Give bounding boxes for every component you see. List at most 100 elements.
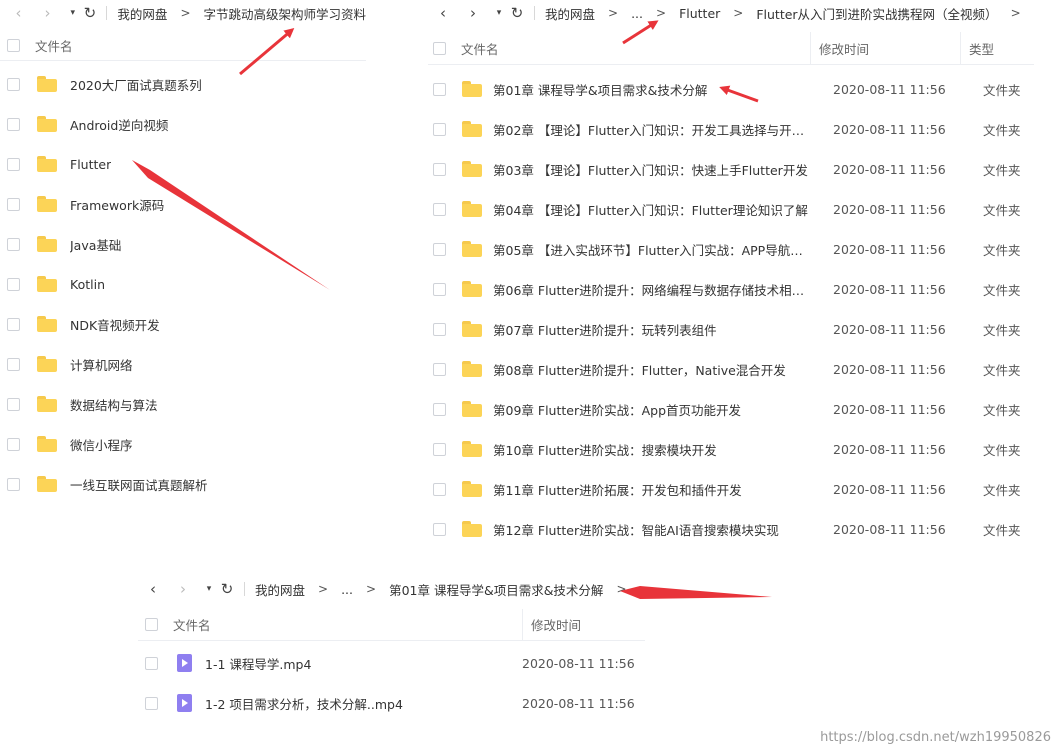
file-name[interactable]: Framework源码 <box>70 195 164 214</box>
select-all-checkbox[interactable] <box>145 618 158 631</box>
history-dropdown-icon[interactable]: ▾ <box>202 578 216 600</box>
column-header-type[interactable]: 类型 <box>969 39 994 58</box>
breadcrumb-item-current[interactable]: 第01章 课程导学&项目需求&技术分解 <box>389 580 603 599</box>
row-checkbox[interactable] <box>7 157 20 171</box>
file-name[interactable]: 第01章 课程导学&项目需求&技术分解 <box>493 80 811 99</box>
file-name[interactable]: 第05章 【进入实战环节】Flutter入门实战：APP导航框... <box>493 240 811 259</box>
column-header-name[interactable]: 文件名 <box>173 615 211 634</box>
select-all-checkbox[interactable] <box>7 38 20 52</box>
row-checkbox[interactable] <box>433 242 446 256</box>
file-name[interactable]: Kotlin <box>70 277 105 292</box>
row-checkbox[interactable] <box>433 202 446 216</box>
refresh-icon[interactable]: ↻ <box>79 2 100 24</box>
file-row[interactable]: 第06章 Flutter进阶提升：网络编程与数据存储技术相关... 2020-08… <box>428 269 1034 309</box>
row-checkbox[interactable] <box>7 477 20 491</box>
forward-button[interactable]: › <box>462 2 484 24</box>
file-row[interactable]: Java基础 <box>0 224 366 264</box>
breadcrumb-item-root[interactable]: 我的网盘 <box>255 580 305 599</box>
history-dropdown-icon[interactable]: ▾ <box>66 2 79 24</box>
file-row[interactable]: Framework源码 <box>0 184 366 224</box>
file-row[interactable]: 计算机网络 <box>0 344 366 384</box>
file-name[interactable]: 1-1 课程导学.mp4 <box>205 654 522 673</box>
breadcrumb-item-ellipsis[interactable]: ... <box>341 582 353 597</box>
file-name[interactable]: 第03章 【理论】Flutter入门知识：快速上手Flutter开发 <box>493 160 811 179</box>
file-row[interactable]: 数据结构与算法 <box>0 384 366 424</box>
column-header-modified[interactable]: 修改时间 <box>819 39 869 58</box>
row-checkbox[interactable] <box>433 282 446 296</box>
breadcrumb-item-root[interactable]: 我的网盘 <box>117 4 167 23</box>
row-checkbox[interactable] <box>433 362 446 376</box>
file-row[interactable]: NDK音视频开发 <box>0 304 366 344</box>
row-checkbox[interactable] <box>433 442 446 456</box>
file-name[interactable]: 计算机网络 <box>70 355 133 374</box>
file-name[interactable]: 第04章 【理论】Flutter入门知识：Flutter理论知识了解 <box>493 200 811 219</box>
row-checkbox[interactable] <box>7 117 20 131</box>
row-checkbox[interactable] <box>7 357 20 371</box>
file-name[interactable]: 2020大厂面试真题系列 <box>70 75 202 94</box>
row-checkbox[interactable] <box>433 482 446 496</box>
file-name[interactable]: Flutter <box>70 157 111 172</box>
file-row[interactable]: 微信小程序 <box>0 424 366 464</box>
file-name[interactable]: 第10章 Flutter进阶实战：搜索模块开发 <box>493 440 811 459</box>
file-row[interactable]: 第04章 【理论】Flutter入门知识：Flutter理论知识了解 2020-0… <box>428 189 1034 229</box>
row-checkbox[interactable] <box>7 437 20 451</box>
back-button[interactable]: ‹ <box>142 578 164 600</box>
forward-button[interactable]: › <box>37 2 58 24</box>
file-name[interactable]: Android逆向视频 <box>70 115 168 134</box>
row-checkbox[interactable] <box>433 522 446 536</box>
breadcrumb-item-ellipsis[interactable]: ... <box>631 6 643 21</box>
column-header-name[interactable]: 文件名 <box>461 39 499 58</box>
breadcrumb-item-flutter[interactable]: Flutter <box>679 6 720 21</box>
row-checkbox[interactable] <box>145 656 158 670</box>
file-name[interactable]: 一线互联网面试真题解析 <box>70 475 208 494</box>
file-name[interactable]: 第06章 Flutter进阶提升：网络编程与数据存储技术相关... <box>493 280 811 299</box>
file-row[interactable]: 一线互联网面试真题解析 <box>0 464 366 504</box>
file-name[interactable]: 微信小程序 <box>70 435 133 454</box>
file-name[interactable]: 1-2 项目需求分析，技术分解..mp4 <box>205 694 522 713</box>
breadcrumb-item-root[interactable]: 我的网盘 <box>545 4 595 23</box>
row-checkbox[interactable] <box>433 322 446 336</box>
file-row[interactable]: 第07章 Flutter进阶提升：玩转列表组件 2020-08-11 11:56 文… <box>428 309 1034 349</box>
forward-button[interactable]: › <box>172 578 194 600</box>
row-checkbox[interactable] <box>433 122 446 136</box>
column-header-modified[interactable]: 修改时间 <box>531 615 581 634</box>
file-name[interactable]: 数据结构与算法 <box>70 395 158 414</box>
file-row[interactable]: 第12章 Flutter进阶实战：智能AI语音搜索模块实现 2020-08-11 … <box>428 509 1034 549</box>
row-checkbox[interactable] <box>433 82 446 96</box>
file-name[interactable]: NDK音视频开发 <box>70 315 160 334</box>
file-row[interactable]: 1-1 课程导学.mp4 2020-08-11 11:56 <box>138 643 645 683</box>
file-row[interactable]: 2020大厂面试真题系列 <box>0 64 366 104</box>
row-checkbox[interactable] <box>7 277 20 291</box>
refresh-icon[interactable]: ↻ <box>506 2 528 24</box>
file-row[interactable]: 第11章 Flutter进阶拓展：开发包和插件开发 2020-08-11 11:5… <box>428 469 1034 509</box>
file-name[interactable]: 第02章 【理论】Flutter入门知识：开发工具选择与开发... <box>493 120 811 139</box>
row-checkbox[interactable] <box>7 77 20 91</box>
file-row[interactable]: 第10章 Flutter进阶实战：搜索模块开发 2020-08-11 11:56 文… <box>428 429 1034 469</box>
file-row[interactable]: Android逆向视频 <box>0 104 366 144</box>
back-button[interactable]: ‹ <box>432 2 454 24</box>
file-name[interactable]: 第07章 Flutter进阶提升：玩转列表组件 <box>493 320 811 339</box>
breadcrumb-item-current[interactable]: 字节跳动高级架构师学习资料 <box>204 4 367 23</box>
back-button[interactable]: ‹ <box>8 2 29 24</box>
file-name[interactable]: 第08章 Flutter进阶提升：Flutter，Native混合开发 <box>493 360 811 379</box>
file-row[interactable]: 第03章 【理论】Flutter入门知识：快速上手Flutter开发 2020-0… <box>428 149 1034 189</box>
file-row[interactable]: 第09章 Flutter进阶实战：App首页功能开发 2020-08-11 11:… <box>428 389 1034 429</box>
file-name[interactable]: 第12章 Flutter进阶实战：智能AI语音搜索模块实现 <box>493 520 811 539</box>
file-row[interactable]: 第02章 【理论】Flutter入门知识：开发工具选择与开发... 2020-08… <box>428 109 1034 149</box>
file-row[interactable]: 第01章 课程导学&项目需求&技术分解 2020-08-11 11:56 文件夹 <box>428 69 1034 109</box>
select-all-checkbox[interactable] <box>433 41 446 55</box>
file-row[interactable]: 第05章 【进入实战环节】Flutter入门实战：APP导航框... 2020-0… <box>428 229 1034 269</box>
file-row[interactable]: Kotlin <box>0 264 366 304</box>
file-row[interactable]: 1-2 项目需求分析，技术分解..mp4 2020-08-11 11:56 <box>138 683 645 723</box>
refresh-icon[interactable]: ↻ <box>216 578 238 600</box>
column-header-name[interactable]: 文件名 <box>35 36 73 55</box>
file-row[interactable]: Flutter <box>0 144 366 184</box>
row-checkbox[interactable] <box>7 197 20 211</box>
file-name[interactable]: 第11章 Flutter进阶拓展：开发包和插件开发 <box>493 480 811 499</box>
file-row[interactable]: 第08章 Flutter进阶提升：Flutter，Native混合开发 2020-… <box>428 349 1034 389</box>
row-checkbox[interactable] <box>7 237 20 251</box>
row-checkbox[interactable] <box>145 696 158 710</box>
breadcrumb-item-current[interactable]: Flutter从入门到进阶实战携程网（全视频） <box>756 4 997 23</box>
history-dropdown-icon[interactable]: ▾ <box>492 2 506 24</box>
row-checkbox[interactable] <box>433 162 446 176</box>
